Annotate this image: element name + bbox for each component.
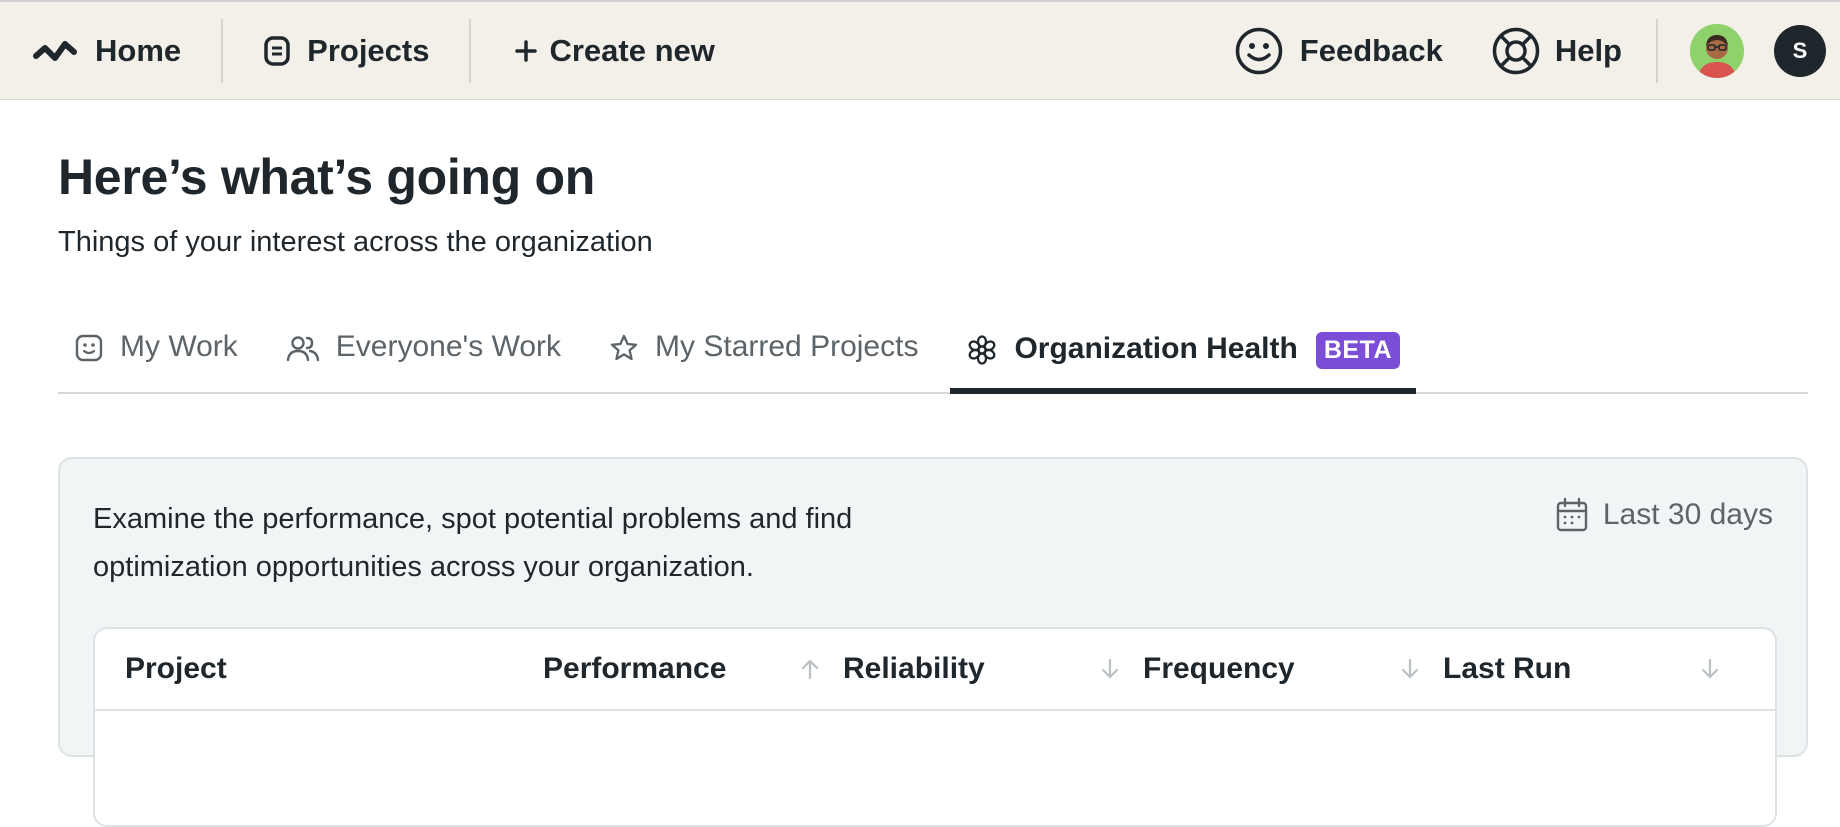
column-header-label: Performance: [543, 652, 727, 685]
flower-icon: [966, 334, 998, 366]
column-header-label: Frequency: [1143, 652, 1295, 685]
nav-projects[interactable]: Projects: [223, 2, 469, 99]
column-header-reliability[interactable]: Reliability: [843, 629, 1143, 709]
column-header-label: Project: [125, 652, 227, 685]
help-button[interactable]: Help: [1491, 2, 1656, 99]
create-new-button[interactable]: Create new: [471, 2, 715, 99]
page-title: Here’s what’s going on: [58, 149, 595, 205]
column-header-frequency[interactable]: Frequency: [1143, 629, 1443, 709]
home-logo-icon: [33, 36, 77, 66]
beta-badge: BETA: [1315, 332, 1401, 369]
help-label: Help: [1554, 32, 1622, 68]
column-header-label: Last Run: [1443, 652, 1572, 685]
tab-bar: My Work Everyone's Work My Starred Proje…: [58, 318, 1808, 394]
panel-description: Examine the performance, spot potential …: [93, 503, 853, 583]
tab-label: My Work: [120, 330, 238, 363]
sort-arrow-up-icon[interactable]: [799, 657, 821, 681]
column-header-project[interactable]: Project: [95, 629, 543, 709]
projects-icon: [263, 35, 291, 67]
create-new-label: Create new: [549, 32, 715, 68]
feedback-button[interactable]: Feedback: [1234, 2, 1491, 99]
tab-label: My Starred Projects: [655, 330, 919, 363]
page-subtitle: Things of your interest across the organ…: [58, 226, 653, 258]
tab-everyones-work[interactable]: Everyone's Work: [270, 318, 577, 376]
sort-arrow-down-icon[interactable]: [1399, 657, 1421, 681]
sort-arrow-down-icon[interactable]: [1099, 657, 1121, 681]
tab-label: Organization Health: [1014, 332, 1298, 365]
account-initial: S: [1792, 37, 1808, 63]
account-menu-button[interactable]: S: [1774, 24, 1826, 77]
date-range-picker[interactable]: Last 30 days: [1555, 497, 1773, 533]
nav-projects-label: Projects: [307, 32, 430, 68]
feedback-label: Feedback: [1299, 32, 1443, 68]
column-header-performance[interactable]: Performance: [543, 629, 843, 709]
avatar-illustration-icon: [1690, 23, 1744, 78]
calendar-icon: [1555, 497, 1589, 533]
column-header-last-run[interactable]: Last Run: [1443, 629, 1743, 709]
column-header-label: Reliability: [843, 652, 985, 685]
tab-my-starred-projects[interactable]: My Starred Projects: [593, 318, 934, 376]
tab-my-work[interactable]: My Work: [58, 318, 254, 376]
date-range-label: Last 30 days: [1602, 498, 1773, 531]
nav-home-label: Home: [95, 32, 182, 68]
tab-label: Everyone's Work: [335, 330, 562, 363]
table-header-row: Project Performance Reliability Frequenc…: [95, 629, 1775, 711]
tab-organization-health[interactable]: Organization Health BETA: [950, 318, 1416, 394]
nav-divider: [1656, 18, 1658, 83]
organization-health-panel: Examine the performance, spot potential …: [58, 457, 1808, 827]
users-icon: [286, 333, 320, 363]
plus-icon: [515, 39, 538, 62]
user-avatar[interactable]: [1690, 23, 1744, 78]
lifebuoy-icon: [1491, 26, 1541, 76]
smile-square-icon: [74, 333, 104, 363]
projects-health-table: Project Performance Reliability Frequenc…: [93, 627, 1777, 827]
star-icon: [609, 333, 639, 363]
sort-arrow-down-icon[interactable]: [1699, 657, 1721, 681]
smile-icon: [1234, 26, 1284, 76]
top-navbar: Home Projects Create new Feedback Help S: [0, 0, 1840, 100]
nav-home[interactable]: Home: [0, 2, 221, 99]
